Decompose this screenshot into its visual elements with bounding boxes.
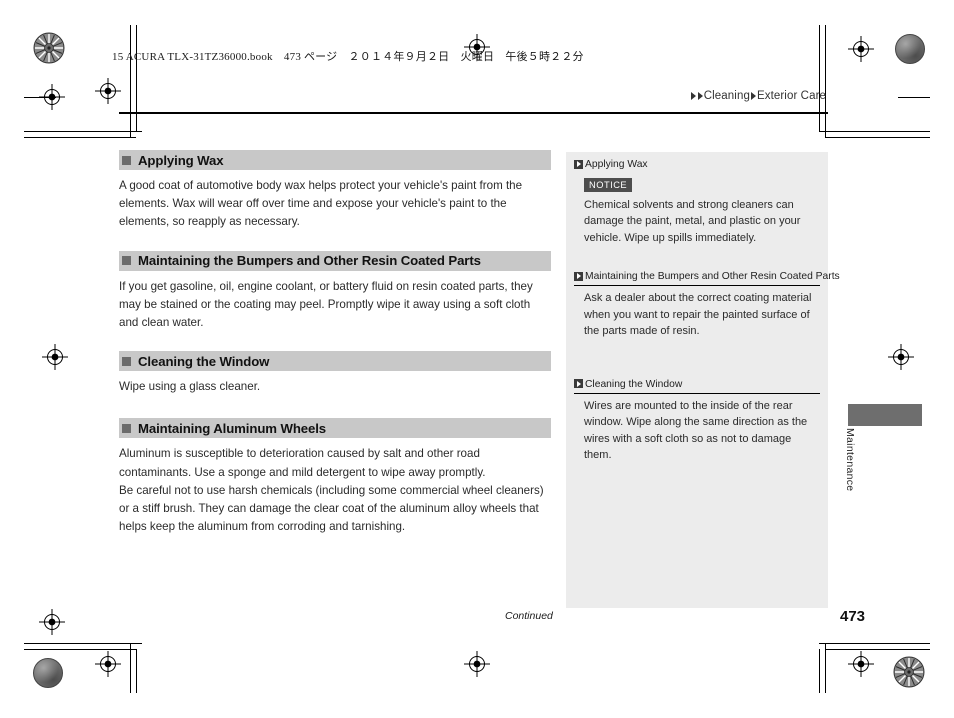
side-note-panel: Applying Wax NOTICE Chemical solvents an… [566,152,840,608]
section-heading-maintaining-aluminum-wheels: Maintaining Aluminum Wheels [119,418,551,439]
registration-mark-bottom-left-inner [39,609,65,635]
section-body-maintaining-bumpers: If you get gasoline, oil, engine coolant… [119,278,551,333]
crop-line-tr-v2 [819,25,820,132]
side-note-heading-label: Maintaining the Bumpers and Other Resin … [585,271,840,282]
crop-line-tl-v2 [136,25,137,132]
density-target-top-right [895,34,925,64]
crop-line-bl-v1 [130,643,131,693]
crop-line-br-v2 [819,649,820,693]
side-tab-marker [848,404,922,426]
side-note-heading: Cleaning the Window [574,372,820,391]
paragraph: A good coat of automotive body wax helps… [119,179,523,229]
triangle-right-icon [697,92,703,100]
side-note-heading: Maintaining the Bumpers and Other Resin … [574,264,840,283]
crop-line-tr-h2 [825,137,930,138]
square-bullet-icon [122,155,131,165]
crop-line-tr-h1 [819,131,930,132]
section-heading-maintaining-bumpers: Maintaining the Bumpers and Other Resin … [119,250,551,271]
side-note-text: Ask a dealer about the correct coating m… [584,292,812,337]
side-note-maintaining-bumpers: Maintaining the Bumpers and Other Resin … [566,264,840,340]
section-body-applying-wax: A good coat of automotive body wax helps… [119,177,551,232]
section-heading-cleaning-the-window: Cleaning the Window [119,351,551,372]
registration-mark-right-middle [888,344,914,370]
arrow-marker-icon [574,271,583,281]
triangle-right-icon [690,92,696,100]
square-bullet-icon [122,256,131,266]
breadcrumb-level-1: Cleaning [703,90,750,102]
square-bullet-icon [122,356,131,366]
registration-mark-bottom-left [95,651,121,677]
breadcrumb-level-2: Exterior Care [756,90,826,102]
crop-line-tr-v1 [825,25,826,138]
side-note-text: Wires are mounted to the inside of the r… [584,399,808,462]
notice-badge: NOTICE [584,178,633,192]
registration-mark-top-left [95,78,121,104]
registration-mark-top-right [848,36,874,62]
side-note-heading: Applying Wax [574,152,820,171]
paragraph: Aluminum is susceptible to deterioration… [119,447,486,479]
crop-line-br-h2 [825,649,930,650]
section-heading-label: Maintaining the Bumpers and Other Resin … [138,253,481,269]
square-bullet-icon [122,423,131,433]
side-tab-label: Maintenance [844,428,856,492]
triangle-right-icon [750,92,756,100]
section-heading-label: Cleaning the Window [138,353,270,369]
density-target-top-left [33,32,65,64]
side-note-heading-label: Applying Wax [585,159,648,170]
registration-mark-left-middle [42,344,68,370]
trim-tick-left-upper [24,97,56,98]
crop-line-tl-h2 [24,137,136,138]
registration-mark-bottom-right [848,651,874,677]
print-header-book-line: 15 ACURA TLX-31TZ36000.book 473 ページ ２０１４… [112,51,584,63]
arrow-marker-icon [574,159,583,169]
continued-label: Continued [505,610,553,622]
crop-line-br-v1 [825,643,826,693]
section-heading-label: Applying Wax [138,152,224,168]
trim-tick-right-upper [898,97,930,98]
main-content-column: Applying Wax A good coat of automotive b… [119,150,551,555]
crop-line-bl-h2 [24,649,136,650]
crop-line-tl-v1 [130,25,131,138]
side-note-cleaning-the-window: Cleaning the Window Wires are mounted to… [566,372,828,464]
crop-line-bl-v2 [136,649,137,693]
side-note-applying-wax: Applying Wax NOTICE Chemical solvents an… [566,152,828,246]
arrow-marker-icon [574,379,583,388]
section-heading-applying-wax: Applying Wax [119,150,551,170]
header-divider [119,112,828,114]
registration-mark-bottom-center [464,651,490,677]
crop-line-bl-h1 [24,643,142,644]
density-target-bottom-right [893,656,925,688]
section-heading-label: Maintaining Aluminum Wheels [138,420,327,436]
side-note-heading-label: Cleaning the Window [585,378,683,390]
paragraph: If you get gasoline, oil, engine coolant… [119,279,533,330]
crop-line-br-h1 [819,643,930,644]
side-note-text: Chemical solvents and strong cleaners ca… [584,198,801,244]
paragraph: Be careful not to use harsh chemicals (i… [119,483,544,534]
page-number: 473 [840,608,866,625]
section-body-maintaining-aluminum-wheels: Aluminum is susceptible to deterioration… [119,445,551,536]
section-body-cleaning-the-window: Wipe using a glass cleaner. [119,378,551,396]
paragraph: Wipe using a glass cleaner. [119,380,261,394]
density-target-bottom-left [33,658,63,688]
breadcrumb: Cleaning Exterior Care [690,90,826,102]
crop-line-tl-h1 [24,131,142,132]
